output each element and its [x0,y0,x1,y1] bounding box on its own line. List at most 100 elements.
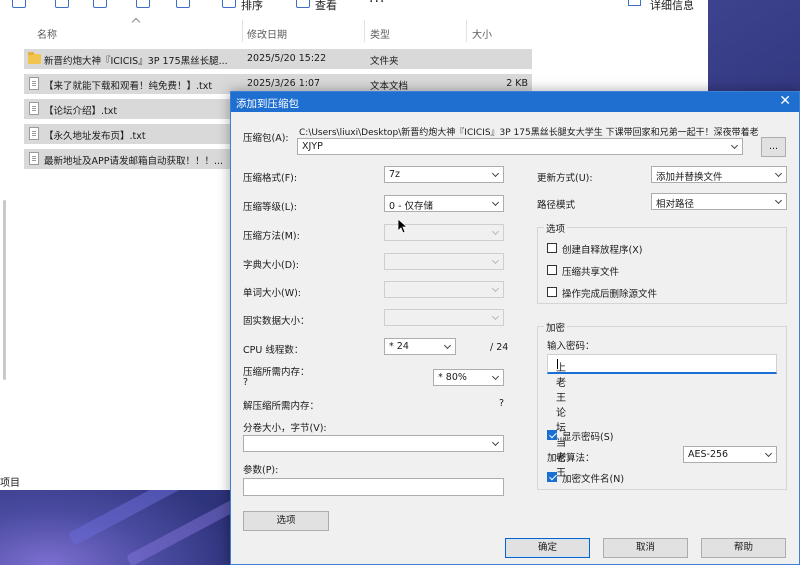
shared-files-checkbox[interactable] [547,265,557,275]
text-file-icon [29,152,39,165]
options-group-caption: 选项 [544,221,568,235]
col-size[interactable]: 大小 [472,26,492,41]
text-file-icon [29,127,39,140]
column-divider[interactable] [242,20,243,42]
rename-icon[interactable] [93,0,107,8]
file-name: 【来了就能下载和观看！纯免费！】.txt [44,81,213,92]
chevron-down-icon [730,141,739,150]
folder-icon [28,52,41,64]
file-row[interactable]: 新晋约炮大神『ICICIS』3P 175黑丝长腿... 2025/5/20 15… [24,49,532,69]
browse-button[interactable]: ... [761,137,786,157]
path-select[interactable]: 相对路径 [651,193,787,210]
text-file-icon [29,102,39,115]
method-label: 压缩方法(M): [243,231,300,242]
show-password-checkbox[interactable] [547,430,557,440]
col-type[interactable]: 类型 [370,26,390,41]
share-icon[interactable] [136,0,150,8]
cancel-button[interactable]: 取消 [603,538,688,558]
add-to-archive-dialog: 添加到压缩包 ✕ 压缩包(A): C:\Users\liuxi\Desktop\… [230,91,800,565]
chevron-down-icon [764,449,773,458]
text-file-icon [29,77,39,90]
algorithm-label: 加密算法： [547,453,595,464]
sort-button[interactable]: 排序 [241,0,263,13]
format-select[interactable]: 7z [384,166,504,183]
help-button[interactable]: 帮助 [701,538,786,558]
delete-after-label[interactable]: 操作完成后删除源文件 [562,286,657,300]
archive-name-value: XJYP [302,141,323,152]
mem-comp-value: ? [243,377,249,388]
path-label: 路径模式 [537,200,576,211]
col-name[interactable]: 名称 [37,26,57,41]
show-password-label[interactable]: 显示密码(S) [562,429,613,443]
password-input[interactable]: 上老王论坛当老王 [547,354,777,479]
archive-path: C:\Users\liuxi\Desktop\新晋约炮大神『ICICIS』3P … [299,128,759,138]
mem-comp-label: 压缩所需内存： [243,367,310,378]
sort-icon[interactable] [222,0,236,8]
details-pane-icon[interactable] [628,0,641,6]
chevron-down-icon [491,227,500,236]
dialog-title: 添加到压缩包 [236,98,299,110]
level-select[interactable]: 0 - 仅存储 [384,195,504,212]
chevron-down-icon [491,169,500,178]
chevron-down-icon [774,196,783,205]
cpu-label: CPU 线程数： [243,345,304,356]
chevron-down-icon [774,169,783,178]
close-icon[interactable]: ✕ [779,93,791,109]
encrypt-names-label[interactable]: 加密文件名(N) [562,471,624,485]
word-label: 单词大小(W): [243,288,302,299]
shared-files-label[interactable]: 压缩共享文件 [562,264,619,278]
cpu-value: * 24 [389,341,409,352]
column-divider[interactable] [364,20,365,42]
sfx-checkbox[interactable] [547,243,557,253]
chevron-down-icon [491,372,500,381]
solid-select [384,309,504,326]
mem-decomp-label: 解压缩所需内存： [243,401,320,412]
more-options-button[interactable]: ··· [369,0,385,10]
sfx-label[interactable]: 创建自释放程序(X) [562,242,642,256]
mem-percent-select[interactable]: * 80% [433,369,504,386]
encrypt-names-checkbox[interactable] [547,472,557,482]
file-size: 2 KB [506,78,528,89]
chevron-down-icon [491,438,500,447]
delete-after-checkbox[interactable] [547,287,557,297]
options-button[interactable]: 选项 [243,511,329,531]
paste-icon[interactable] [55,0,69,8]
file-name: 最新地址及APP请发邮箱自动获取！！！... [44,156,224,167]
split-size-combo[interactable] [243,435,504,452]
update-value: 添加并替换文件 [656,172,723,183]
chevron-down-icon [491,256,500,265]
ok-button[interactable]: 确定 [505,538,590,558]
details-button[interactable]: 详细信息 [650,0,694,13]
chevron-down-icon [491,312,500,321]
update-select[interactable]: 添加并替换文件 [651,166,787,183]
col-modified[interactable]: 修改日期 [247,26,287,41]
dict-label: 字典大小(D): [243,260,299,271]
delete-icon[interactable] [176,0,190,8]
chevron-down-icon [491,198,500,207]
status-bar-text: 项目 [0,478,20,489]
params-label: 参数(P): [243,465,279,476]
params-input[interactable] [243,478,504,496]
view-icon[interactable] [296,0,310,8]
file-name: 【永久地址发布页】.txt [44,131,146,142]
copy-icon[interactable] [12,0,26,8]
split-label: 分卷大小，字节(V): [243,423,327,434]
solid-label: 固实数据大小： [243,316,310,327]
column-header: 名称 修改日期 类型 大小 [0,24,708,42]
scrollbar[interactable] [3,200,6,380]
view-button[interactable]: 查看 [315,0,337,13]
chevron-down-icon [491,284,500,293]
word-select [384,281,504,298]
encryption-group-caption: 加密 [544,320,568,334]
dialog-titlebar[interactable]: 添加到压缩包 ✕ [231,92,799,112]
chevron-down-icon [443,341,452,350]
format-label: 压缩格式(F): [243,173,298,184]
cpu-select[interactable]: * 24 [384,338,456,355]
path-value: 相对路径 [656,199,695,210]
file-date: 2025/5/20 15:22 [247,53,327,64]
archive-name-combo[interactable]: XJYP [297,138,743,155]
algorithm-select[interactable]: AES-256 [683,446,777,463]
password-label: 输入密码： [547,341,595,352]
column-divider[interactable] [466,20,467,42]
format-value: 7z [389,169,401,180]
